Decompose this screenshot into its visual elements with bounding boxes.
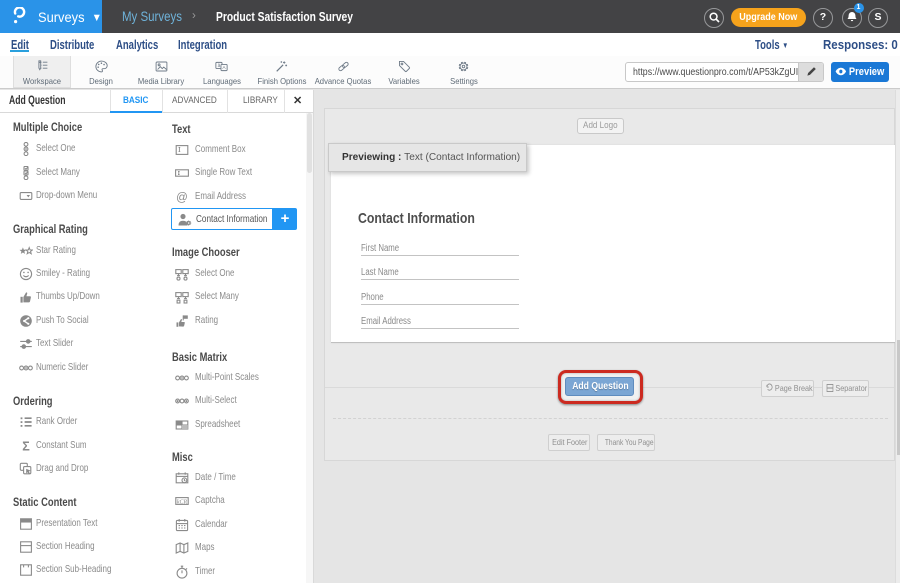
svg-text:kCR: kCR	[177, 500, 188, 506]
svg-text:ã: ã	[218, 63, 221, 69]
svg-text:Σ: Σ	[22, 439, 30, 453]
svg-text:@: @	[176, 192, 188, 204]
